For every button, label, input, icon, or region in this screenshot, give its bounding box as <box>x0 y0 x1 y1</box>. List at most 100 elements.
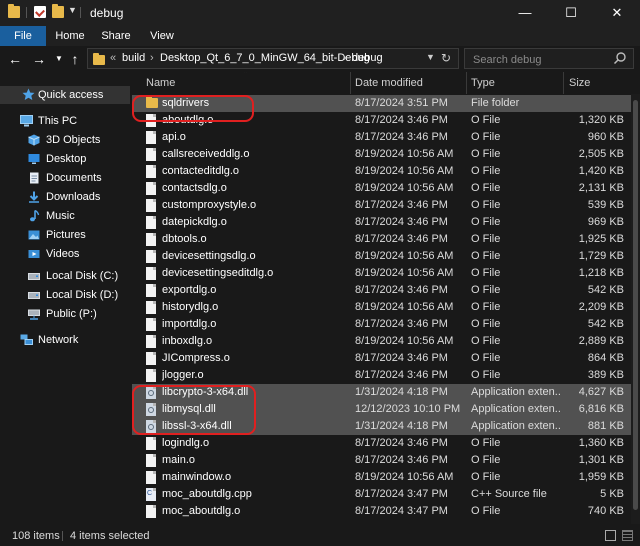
file-size: 1,320 KB <box>578 114 624 126</box>
table-row[interactable]: moc_aboutdlg.o 8/17/2024 3:47 PM O File 740… <box>132 503 640 520</box>
file-type: C++ Source file <box>471 488 547 500</box>
file-type: O File <box>471 199 501 211</box>
nav-item-music[interactable]: Music <box>28 207 130 225</box>
nav-item-pictures[interactable]: Pictures <box>28 226 130 244</box>
table-row[interactable]: contactsdlg.o 8/19/2024 10:56 AM O File 2,1… <box>132 180 640 197</box>
music-icon <box>28 209 40 222</box>
minimize-button[interactable]: — <box>502 0 548 26</box>
file-size: 1,218 KB <box>578 267 624 279</box>
cube-icon <box>28 134 40 146</box>
table-row[interactable]: callsreceiveddlg.o 8/19/2024 10:56 AM O Fi… <box>132 146 640 163</box>
tab-share[interactable]: Share <box>96 26 136 46</box>
table-row[interactable]: datepickdlg.o 8/17/2024 3:46 PM O File 969 … <box>132 214 640 231</box>
nav-item-public-p[interactable]: Public (P:) <box>28 305 130 323</box>
breadcrumb-debug[interactable]: debug <box>352 52 383 64</box>
drive-icon <box>28 270 40 282</box>
column-divider[interactable] <box>466 72 467 94</box>
close-button[interactable]: ✕ <box>594 0 640 26</box>
large-icons-view-icon[interactable] <box>622 530 633 541</box>
properties-icon[interactable] <box>34 6 46 18</box>
breadcrumb-separator[interactable]: › <box>343 52 347 64</box>
new-folder-icon[interactable] <box>52 4 64 18</box>
vertical-scrollbar[interactable] <box>631 94 640 524</box>
refresh-icon[interactable]: ↻ <box>441 51 451 65</box>
table-row[interactable]: mainwindow.o 8/19/2024 10:56 AM O File 1,95… <box>132 469 640 486</box>
column-header-size[interactable]: Size <box>569 72 590 94</box>
breadcrumb-separator[interactable]: › <box>150 52 154 64</box>
nav-item-3d-objects[interactable]: 3D Objects <box>28 131 130 149</box>
file-icon <box>146 505 156 518</box>
nav-item-this-pc[interactable]: This PC <box>20 112 130 130</box>
file-date: 8/17/2024 3:46 PM <box>355 284 448 296</box>
table-row[interactable]: JICompress.o 8/17/2024 3:46 PM O File 864 K… <box>132 350 640 367</box>
breadcrumb-build-folder[interactable]: Desktop_Qt_6_7_0_MinGW_64_bit-Debug <box>160 52 370 64</box>
table-row[interactable]: dbtools.o 8/17/2024 3:46 PM O File 1,925 KB <box>132 231 640 248</box>
table-row[interactable]: aboutdlg.o 8/17/2024 3:46 PM O File 1,320 K… <box>132 112 640 129</box>
table-row[interactable]: jlogger.o 8/17/2024 3:46 PM O File 389 KB <box>132 367 640 384</box>
file-size: 389 KB <box>587 369 624 381</box>
breadcrumb-build[interactable]: build <box>122 52 145 64</box>
address-row: ← → ▼ ↑ « build › Desktop_Qt_6_7_0_MinGW… <box>0 46 640 72</box>
nav-item-local-disk-d[interactable]: Local Disk (D:) <box>28 286 130 304</box>
table-row[interactable]: libcrypto-3-x64.dll 1/31/2024 4:18 PM Appl… <box>132 384 640 401</box>
address-bar[interactable]: « build › Desktop_Qt_6_7_0_MinGW_64_bit-… <box>87 48 459 69</box>
table-row[interactable]: libssl-3-x64.dll 1/31/2024 4:18 PM Applica… <box>132 418 640 435</box>
table-row[interactable]: main.o 8/17/2024 3:46 PM O File 1,301 KB <box>132 452 640 469</box>
file-size: 2,209 KB <box>578 301 624 313</box>
table-row[interactable]: moc_aboutdlg.cpp 8/17/2024 3:47 PM C++ Sou… <box>132 486 640 503</box>
details-view-icon[interactable] <box>605 530 616 541</box>
file-type: O File <box>471 216 501 228</box>
table-row[interactable]: contacteditdlg.o 8/19/2024 10:56 AM O File… <box>132 163 640 180</box>
column-header-type[interactable]: Type <box>471 72 495 94</box>
table-row[interactable]: api.o 8/17/2024 3:46 PM O File 960 KB <box>132 129 640 146</box>
nav-item-label: Videos <box>46 248 80 260</box>
table-row[interactable]: exportdlg.o 8/17/2024 3:46 PM O File 542 KB <box>132 282 640 299</box>
column-divider[interactable] <box>563 72 564 94</box>
table-row[interactable]: historydlg.o 8/19/2024 10:56 AM O File 2,20… <box>132 299 640 316</box>
forward-arrow-icon[interactable]: → <box>30 50 48 68</box>
nav-item-quick-access[interactable]: Quick access <box>0 86 130 104</box>
navigation-pane: Quick access This PC 3D Objects Desktop … <box>0 72 130 524</box>
nav-item-label: Pictures <box>46 229 86 241</box>
table-row[interactable]: customproxystyle.o 8/17/2024 3:46 PM O Fil… <box>132 197 640 214</box>
table-row[interactable]: importdlg.o 8/17/2024 3:46 PM O File 542 KB <box>132 316 640 333</box>
up-arrow-icon[interactable]: ↑ <box>66 50 84 68</box>
file-date: 8/19/2024 10:56 AM <box>355 148 454 160</box>
scrollbar-thumb[interactable] <box>633 100 638 510</box>
table-row[interactable]: inboxdlg.o 8/19/2024 10:56 AM O File 2,889 … <box>132 333 640 350</box>
table-row[interactable]: logindlg.o 8/17/2024 3:46 PM O File 1,360 K… <box>132 435 640 452</box>
breadcrumb-overflow[interactable]: « <box>110 52 116 64</box>
nav-item-local-disk-c[interactable]: Local Disk (C:) <box>28 267 130 285</box>
file-name: callsreceiveddlg.o <box>162 148 250 160</box>
file-name: devicesettingsdlg.o <box>162 250 256 262</box>
search-icon[interactable] <box>613 51 627 68</box>
file-icon <box>146 199 156 212</box>
nav-item-documents[interactable]: Documents <box>28 169 130 187</box>
nav-item-network[interactable]: Network <box>20 331 130 349</box>
tab-home[interactable]: Home <box>50 26 90 46</box>
column-divider[interactable] <box>350 72 351 94</box>
search-input[interactable] <box>465 49 615 70</box>
file-date: 8/17/2024 3:46 PM <box>355 233 448 245</box>
table-row[interactable]: sqldrivers 8/17/2024 3:51 PM File folder <box>132 95 640 112</box>
computer-icon <box>20 115 33 127</box>
tab-file[interactable]: File <box>0 26 46 46</box>
file-date: 8/17/2024 3:47 PM <box>355 488 448 500</box>
table-row[interactable]: libmysql.dll 12/12/2023 10:10 PM Applicati… <box>132 401 640 418</box>
quick-access-toolbar-chevron-down-icon[interactable]: ▼ <box>68 5 77 15</box>
address-chevron-down-icon[interactable]: ▼ <box>426 52 435 62</box>
nav-item-videos[interactable]: Videos <box>28 245 130 263</box>
file-date: 8/17/2024 3:46 PM <box>355 216 448 228</box>
back-arrow-icon[interactable]: ← <box>6 50 24 68</box>
maximize-button[interactable]: ☐ <box>548 0 594 26</box>
network-drive-icon <box>28 308 40 320</box>
nav-item-desktop[interactable]: Desktop <box>28 150 130 168</box>
column-header-date[interactable]: Date modified <box>355 72 423 94</box>
column-header-name[interactable]: Name <box>146 72 175 94</box>
file-size: 4,627 KB <box>578 386 624 398</box>
table-row[interactable]: devicesettingseditdlg.o 8/19/2024 10:56 A… <box>132 265 640 282</box>
picture-icon <box>28 229 40 241</box>
nav-item-downloads[interactable]: Downloads <box>28 188 130 206</box>
tab-view[interactable]: View <box>142 26 182 46</box>
table-row[interactable]: devicesettingsdlg.o 8/19/2024 10:56 AM O F… <box>132 248 640 265</box>
